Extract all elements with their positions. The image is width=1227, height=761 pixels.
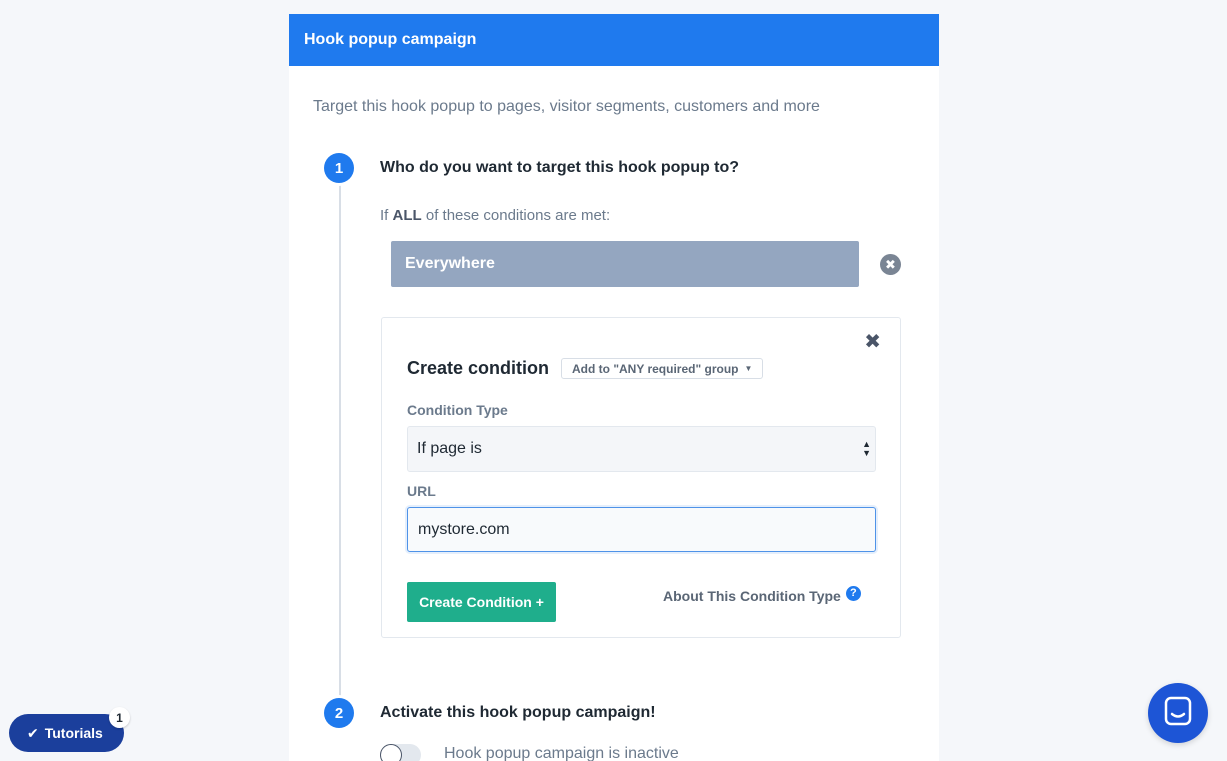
tutorials-badge: 1 [109,707,130,728]
campaign-panel: Hook popup campaign Target this hook pop… [289,14,939,761]
condition-chip-label: Everywhere [405,255,495,272]
group-dropdown[interactable]: Add to "ANY required" group ▼ [561,358,764,379]
panel-title: Hook popup campaign [304,31,477,48]
close-circle-icon: ✖ [885,256,896,272]
toggle-knob [380,744,402,761]
caret-down-icon: ▼ [744,364,753,373]
step-2-title: Activate this hook popup campaign! [380,704,656,721]
intro-text: Target this hook popup to pages, visitor… [313,98,820,115]
conditions-label: If ALL of these conditions are met: [380,207,610,224]
cond-emphasis: ALL [392,207,422,224]
create-condition-button[interactable]: Create Condition + [407,582,556,622]
help-icon[interactable]: ? [845,585,861,601]
url-label: URL [407,483,436,499]
condition-chip-everywhere: Everywhere [391,241,859,287]
cond-suffix: of these conditions are met: [425,207,611,224]
cond-prefix: If [380,207,389,224]
close-icon[interactable]: ✖ [864,332,881,352]
tutorials-label: Tutorials [44,725,103,741]
group-dropdown-label: Add to "ANY required" group [572,361,739,376]
url-input[interactable] [407,507,876,552]
campaign-active-toggle[interactable] [380,744,421,761]
remove-condition-button[interactable]: ✖ [880,254,901,275]
chat-launcher-button[interactable] [1148,683,1208,743]
create-condition-title: Create condition [407,358,550,378]
about-condition-link[interactable]: About This Condition Type ? [663,585,861,604]
create-condition-card: ✖ Create condition Add to "ANY required"… [381,317,901,638]
condition-type-label: Condition Type [407,402,508,418]
chat-icon [1164,696,1192,731]
condition-type-value: If page is [417,440,482,457]
step-1-badge: 1 [324,153,354,183]
tutorials-button[interactable]: ✔ Tutorials [9,714,124,752]
toggle-label: Hook popup campaign is inactive [444,745,679,761]
check-icon: ✔ [27,724,39,741]
panel-header: Hook popup campaign [289,14,939,66]
step-1-title: Who do you want to target this hook popu… [380,159,740,176]
about-condition-label: About This Condition Type [663,588,841,604]
step-2-badge: 2 [324,698,354,728]
timeline-line [339,182,341,712]
select-arrows-icon: ▲ ▼ [862,439,871,458]
condition-type-select[interactable]: If page is ▲ ▼ [407,426,876,472]
